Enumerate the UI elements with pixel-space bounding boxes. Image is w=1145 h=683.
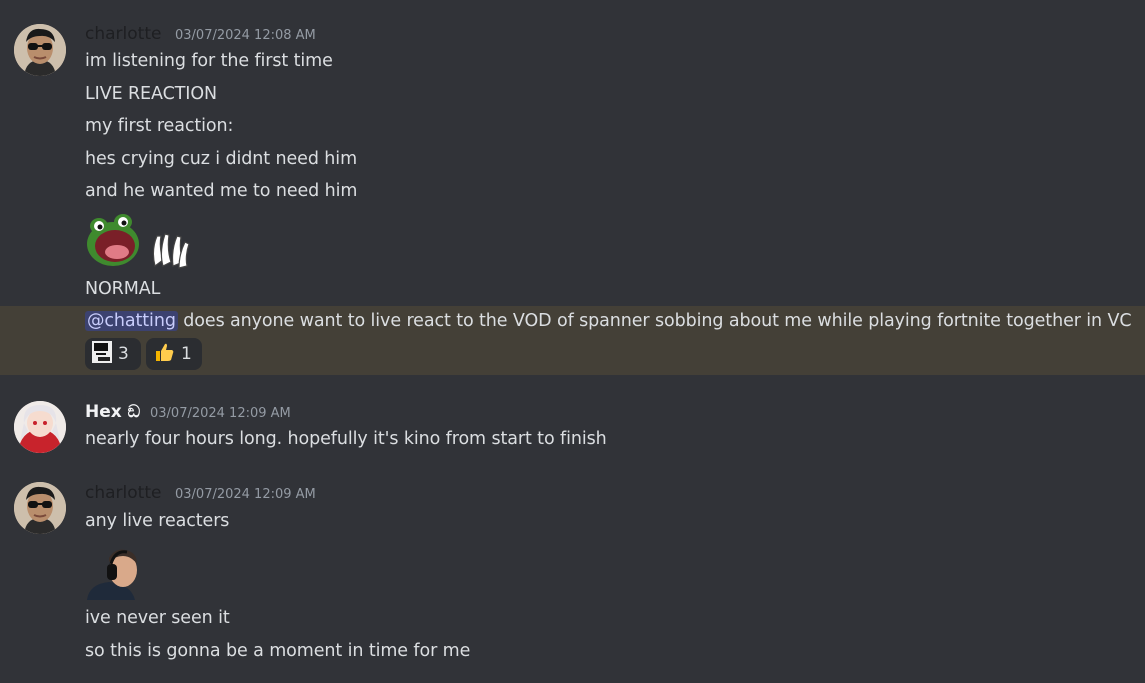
message-line: NORMAL	[85, 279, 161, 299]
message-line: any live reacters	[85, 511, 230, 531]
username-charlotte[interactable]: charlotte	[85, 24, 161, 44]
message-line: hes crying cuz i didnt need him	[85, 149, 358, 169]
avatar-charlotte[interactable]	[14, 24, 66, 76]
username-suffix: ඞ	[127, 402, 141, 422]
username-hex[interactable]: Hex ඞ	[85, 402, 140, 422]
reaction-thumbs-up[interactable]: 1	[146, 338, 202, 370]
avatar-hex[interactable]	[14, 401, 66, 453]
clapping-hands-emoji[interactable]	[149, 230, 191, 270]
mention-chatting[interactable]: @chatting	[85, 311, 178, 331]
reaction-count: 3	[118, 344, 129, 364]
message-line: im listening for the first time	[85, 51, 333, 71]
headphones-guy-emoji[interactable]	[85, 544, 143, 600]
message-line: nearly four hours long. hopefully it's k…	[85, 429, 607, 449]
thumbs-up-emoji	[153, 341, 175, 368]
message-line: my first reaction:	[85, 116, 234, 136]
message-timestamp: 03/07/2024 12:08 AM	[175, 28, 316, 43]
message-line: LIVE REACTION	[85, 84, 218, 104]
username-charlotte[interactable]: charlotte	[85, 483, 161, 503]
meme-face-emoji	[92, 340, 112, 368]
message-line: and he wanted me to need him	[85, 181, 358, 201]
frog-scream-emoji[interactable]	[85, 212, 143, 270]
message-timestamp: 03/07/2024 12:09 AM	[150, 406, 291, 421]
message-timestamp: 03/07/2024 12:09 AM	[175, 487, 316, 502]
message-line: so this is gonna be a moment in time for…	[85, 641, 471, 661]
avatar-charlotte[interactable]	[14, 482, 66, 534]
chat-log: charlotte 03/07/2024 12:08 AM im listeni…	[0, 0, 1145, 683]
reaction-count: 1	[181, 344, 192, 364]
message-line: ive never seen it	[85, 608, 230, 628]
mention-message: @chatting does anyone want to live react…	[85, 311, 1132, 331]
reaction-meme-face[interactable]: 3	[85, 338, 141, 370]
mention-message-text: does anyone want to live react to the VO…	[177, 311, 1132, 331]
